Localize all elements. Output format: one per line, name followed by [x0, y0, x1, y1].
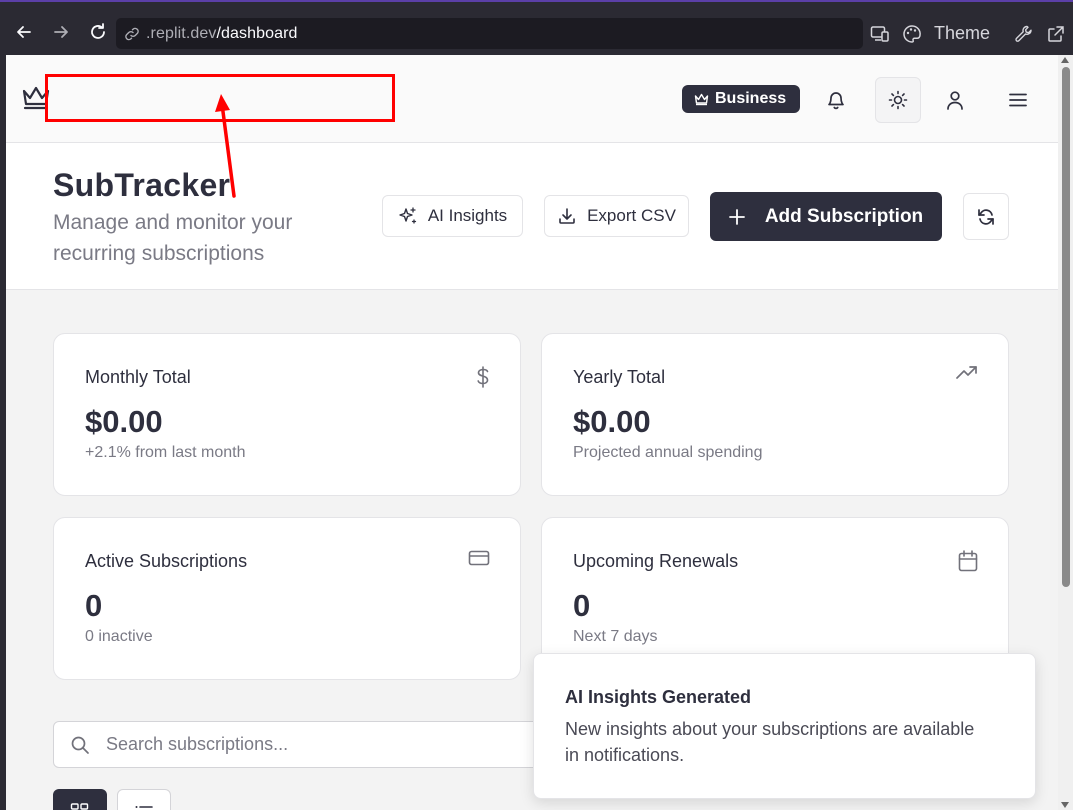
annotation-arrow [215, 94, 236, 198]
toast-title: AI Insights Generated [565, 687, 752, 707]
page-subtitle: Manage and monitor your recurring subscr… [53, 211, 293, 265]
grid-icon [70, 803, 89, 810]
scrollbar-thumb[interactable] [1062, 67, 1070, 587]
stat-card-active-subscriptions: Active Subscriptions 0 0 inactive [53, 517, 521, 680]
stat-subtext: Projected annual spending [573, 444, 763, 461]
add-subscription-label: Add Subscription [764, 205, 924, 227]
reload-button[interactable] [86, 20, 110, 44]
search-input[interactable]: Search subscriptions... [53, 721, 613, 768]
plus-icon [728, 208, 745, 225]
profile-button[interactable] [932, 77, 978, 123]
bell-icon [828, 92, 844, 110]
stat-value: $0.00 [573, 404, 651, 439]
scroll-down-arrow-icon[interactable] [1061, 802, 1069, 808]
stat-subtext: Next 7 days [573, 628, 658, 645]
devices-icon[interactable] [870, 25, 890, 43]
stat-label: Upcoming Renewals [573, 551, 739, 571]
forward-button[interactable] [49, 20, 73, 44]
reload-icon [91, 23, 105, 39]
dollar-icon [476, 366, 490, 393]
export-csv-button[interactable]: Export CSV [544, 195, 689, 237]
user-icon [947, 91, 963, 110]
address-bar[interactable]: .replit.dev/dashboard [116, 18, 863, 49]
add-subscription-button[interactable]: Add Subscription [710, 192, 942, 241]
download-icon [559, 208, 575, 224]
page-title: SubTracker [53, 167, 231, 203]
crown-icon [694, 93, 709, 105]
stat-subtext: 0 inactive [85, 628, 153, 645]
notifications-button[interactable] [813, 77, 859, 123]
app-header: Business [6, 55, 1058, 143]
badge-label: Business [715, 90, 787, 107]
theme-toggle-button[interactable] [875, 77, 921, 123]
calendar-icon [958, 550, 978, 577]
export-csv-label: Export CSV [587, 206, 676, 225]
ai-insights-label: AI Insights [427, 206, 508, 225]
page-scrollbar[interactable] [1058, 55, 1073, 810]
open-external-icon[interactable] [1046, 24, 1066, 44]
browser-toolbar: .replit.dev/dashboard Theme [0, 0, 1073, 62]
grid-view-button[interactable] [53, 789, 107, 810]
arrow-left-icon [17, 26, 31, 38]
stat-label: Monthly Total [85, 367, 191, 387]
refresh-button[interactable] [963, 193, 1009, 240]
arrow-right-icon [54, 26, 68, 38]
menu-button[interactable] [995, 77, 1041, 123]
scroll-up-arrow-icon[interactable] [1061, 57, 1069, 63]
theme-label[interactable]: Theme [934, 23, 990, 44]
wrench-icon[interactable] [1014, 24, 1034, 44]
list-view-button[interactable] [117, 789, 171, 810]
stat-label: Yearly Total [573, 367, 666, 387]
stat-card-monthly-total: Monthly Total $0.00 +2.1% from last mont… [53, 333, 521, 496]
ai-insights-button[interactable]: AI Insights [382, 195, 523, 237]
title-section: SubTracker Manage and monitor your recur… [6, 143, 1058, 290]
url-text: .replit.dev/dashboard [146, 24, 298, 42]
sparkles-icon [399, 207, 416, 224]
page-viewport: Business SubTracker Manage and monitor y… [6, 55, 1058, 810]
hamburger-menu-icon [1009, 93, 1027, 107]
back-button[interactable] [12, 20, 36, 44]
business-plan-badge: Business [682, 85, 801, 113]
stat-label: Active Subscriptions [85, 551, 248, 571]
palette-icon[interactable] [902, 24, 922, 44]
toast-message: New insights about your subscriptions ar… [565, 719, 975, 765]
ai-insights-toast[interactable]: AI Insights Generated New insights about… [533, 653, 1036, 799]
link-icon [125, 27, 139, 40]
stat-subtext: +2.1% from last month [85, 444, 246, 461]
credit-card-icon [468, 550, 490, 571]
list-icon [135, 806, 153, 808]
stat-value: $0.00 [85, 404, 163, 439]
stat-value: 0 [85, 588, 103, 623]
stat-value: 0 [573, 588, 591, 623]
refresh-icon [978, 208, 994, 225]
sun-icon [888, 90, 908, 110]
search-icon [71, 736, 89, 754]
stat-card-yearly-total: Yearly Total $0.00 Projected annual spen… [541, 333, 1009, 496]
trending-up-icon [956, 366, 978, 385]
search-placeholder: Search subscriptions... [106, 734, 289, 754]
